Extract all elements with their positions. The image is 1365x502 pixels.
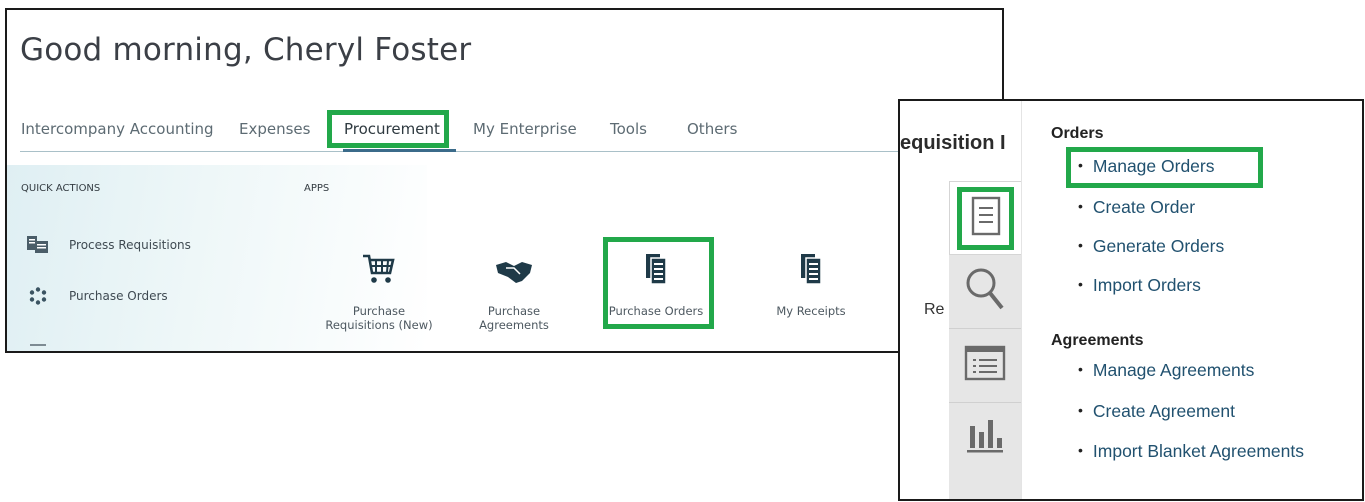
link-label: Import Blanket Agreements xyxy=(1092,441,1304,461)
link-label: Import Orders xyxy=(1092,275,1201,295)
quick-action-purchase-orders[interactable]: Purchase Orders xyxy=(27,287,168,305)
quick-action-label: Purchase Orders xyxy=(69,289,168,303)
quick-action-label: Process Requisitions xyxy=(69,238,191,252)
app-purchase-requisitions[interactable]: Purchase Requisitions (New) xyxy=(319,250,439,332)
bullet: • xyxy=(1078,442,1083,458)
app-label-line1: Purchase Orders xyxy=(608,304,704,318)
link-label: Create Agreement xyxy=(1092,401,1235,421)
generate-orders-link[interactable]: • Generate Orders xyxy=(1078,236,1224,257)
handshake-icon xyxy=(494,259,534,290)
tab-procurement[interactable]: Procurement xyxy=(344,120,440,138)
process-requisitions-icon xyxy=(27,236,49,254)
app-label-line1: Purchase xyxy=(352,304,406,318)
create-agreement-link[interactable]: • Create Agreement xyxy=(1078,401,1235,422)
app-purchase-agreements[interactable]: Purchase Agreements xyxy=(454,250,574,332)
list-icon xyxy=(964,345,1006,386)
search-icon xyxy=(964,266,1006,317)
tab-others[interactable]: Others xyxy=(687,120,737,138)
link-label: Create Order xyxy=(1092,197,1196,217)
app-label-line2: Requisitions (New) xyxy=(325,318,433,332)
bullet: • xyxy=(1078,157,1083,173)
create-order-link[interactable]: • Create Order xyxy=(1078,197,1195,218)
page-heading-clip: equisition I xyxy=(900,101,1020,181)
manage-agreements-link[interactable]: • Manage Agreements xyxy=(1078,360,1254,381)
link-label: Manage Agreements xyxy=(1092,360,1255,380)
requisitions-heading: equisition I xyxy=(900,132,1006,154)
apps-heading: APPS xyxy=(304,183,330,194)
app-label-line1: Purchase xyxy=(487,304,541,318)
tab-intercompany-accounting[interactable]: Intercompany Accounting xyxy=(21,120,214,138)
purchase-orders-spinner-icon xyxy=(27,287,49,305)
list-tab[interactable] xyxy=(949,329,1021,403)
tab-expenses[interactable]: Expenses xyxy=(239,120,310,138)
bullet: • xyxy=(1078,198,1083,214)
procurement-tasks-panel: equisition I Re Orders • Manage Orders •… xyxy=(898,99,1364,501)
more-indicator xyxy=(30,344,46,346)
tab-tools[interactable]: Tools xyxy=(610,120,647,138)
quick-actions-heading: QUICK ACTIONS xyxy=(21,183,101,194)
tab-my-enterprise[interactable]: My Enterprise xyxy=(473,120,577,138)
tasks-tab[interactable] xyxy=(949,181,1021,255)
quick-action-process-requisitions[interactable]: Process Requisitions xyxy=(27,236,191,254)
bar-chart-icon xyxy=(965,418,1005,459)
analytics-tab[interactable] xyxy=(949,403,1021,499)
home-page-panel: Good morning, Cheryl Foster Intercompany… xyxy=(5,8,1004,353)
tasks-icon xyxy=(969,195,1003,242)
bullet: • xyxy=(1078,402,1083,418)
requisitions-text-fragment: Re xyxy=(924,301,945,318)
link-label: Generate Orders xyxy=(1092,236,1225,256)
agreements-heading: Agreements xyxy=(1051,332,1144,349)
app-my-receipts[interactable]: My Receipts xyxy=(751,250,871,318)
shopping-cart-icon xyxy=(362,253,396,290)
manage-orders-link[interactable]: • Manage Orders xyxy=(1078,156,1215,177)
tab-bar-divider xyxy=(20,151,1002,152)
import-blanket-agreements-link[interactable]: • Import Blanket Agreements xyxy=(1078,441,1304,462)
greeting-title: Good morning, Cheryl Foster xyxy=(20,32,472,68)
document-stack-icon xyxy=(645,253,667,290)
bullet: • xyxy=(1078,361,1083,377)
document-stack-icon xyxy=(800,253,822,290)
orders-heading: Orders xyxy=(1051,125,1104,142)
app-label-line1: My Receipts xyxy=(776,304,846,318)
app-purchase-orders[interactable]: Purchase Orders xyxy=(596,250,716,318)
active-tab-indicator xyxy=(343,149,456,152)
panel-drawer-tabs xyxy=(949,179,1022,499)
search-tab[interactable] xyxy=(949,255,1021,329)
bullet: • xyxy=(1078,276,1083,292)
bullet: • xyxy=(1078,237,1083,253)
import-orders-link[interactable]: • Import Orders xyxy=(1078,275,1201,296)
app-label-line2: Agreements xyxy=(479,318,549,332)
link-label: Manage Orders xyxy=(1092,156,1215,176)
